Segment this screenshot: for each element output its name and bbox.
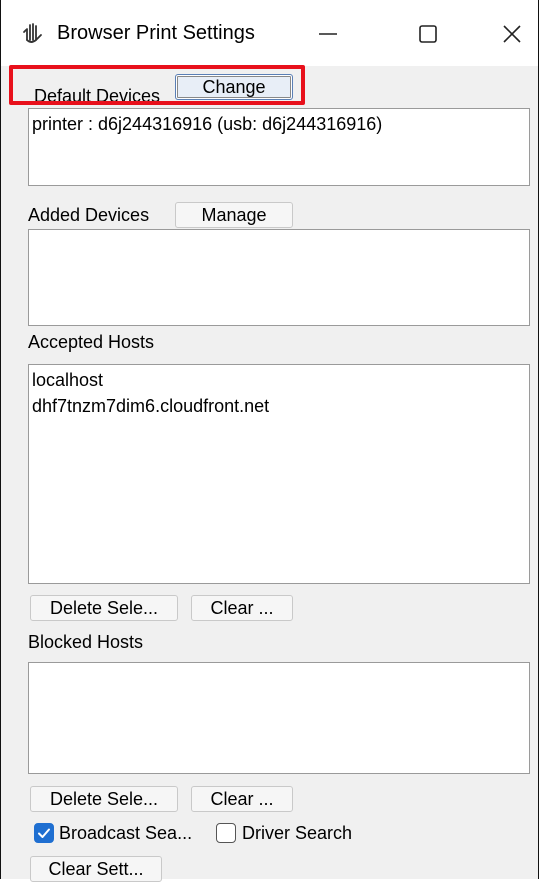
accepted-hosts-label: Accepted Hosts — [28, 332, 155, 352]
default-devices-list[interactable]: printer : d6j244316916 (usb: d6j24431691… — [28, 108, 530, 186]
blocked-hosts-list[interactable] — [28, 662, 530, 774]
delete-selected-blocked-button[interactable]: Delete Sele... — [30, 786, 178, 812]
list-item[interactable]: printer : d6j244316916 (usb: d6j24431691… — [32, 111, 526, 137]
checkmark-icon — [38, 828, 50, 838]
accepted-hosts-list[interactable]: localhost dhf7tnzm7dim6.cloudfront.net — [28, 364, 530, 584]
list-item[interactable]: localhost — [32, 367, 526, 393]
maximize-icon — [419, 25, 437, 43]
maximize-button[interactable] — [403, 14, 453, 54]
title-bar: Browser Print Settings — [1, 0, 538, 66]
close-button[interactable] — [487, 14, 537, 54]
window-title: Browser Print Settings — [57, 22, 255, 44]
close-icon — [503, 25, 521, 43]
minimize-icon — [319, 33, 337, 35]
minimize-button[interactable] — [303, 14, 353, 54]
blocked-hosts-label: Blocked Hosts — [28, 632, 144, 652]
added-devices-label: Added Devices — [28, 205, 150, 225]
driver-search-checkbox[interactable] — [216, 823, 236, 843]
highlight-box — [9, 65, 305, 105]
delete-selected-accepted-button[interactable]: Delete Sele... — [30, 595, 178, 621]
list-item[interactable]: dhf7tnzm7dim6.cloudfront.net — [32, 393, 526, 419]
clear-settings-button[interactable]: Clear Sett... — [30, 856, 162, 882]
broadcast-search-checkbox[interactable] — [34, 823, 54, 843]
manage-button[interactable]: Manage — [175, 202, 293, 228]
clear-accepted-button[interactable]: Clear ... — [191, 595, 293, 621]
driver-search-label[interactable]: Driver Search — [242, 822, 352, 844]
broadcast-search-label[interactable]: Broadcast Sea... — [59, 822, 192, 844]
clear-blocked-button[interactable]: Clear ... — [191, 786, 293, 812]
app-hand-icon — [21, 20, 47, 46]
added-devices-list[interactable] — [28, 229, 530, 326]
browser-print-settings-window: Browser Print Settings Default Devices C… — [0, 0, 539, 882]
